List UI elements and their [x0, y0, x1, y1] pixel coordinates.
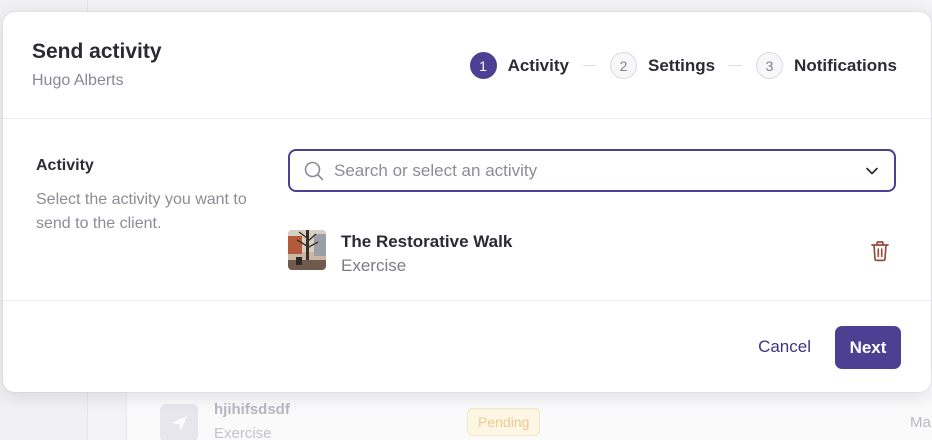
remove-activity-button[interactable] — [866, 237, 894, 265]
status-badge: Pending — [467, 408, 541, 436]
background-row-title: hjihifsdsdf — [214, 401, 290, 418]
step-label: Settings — [647, 55, 716, 75]
step-number: 3 — [756, 52, 784, 79]
activity-thumbnail — [288, 230, 326, 270]
step-separator — [582, 65, 596, 66]
step-activity[interactable]: 1 Activity — [469, 52, 569, 79]
send-activity-modal: Send activity Hugo Alberts 1 Activity 2 … — [3, 12, 931, 392]
chevron-down-icon[interactable] — [864, 163, 880, 179]
background-row-subtitle: Exercise — [214, 425, 272, 440]
step-label: Activity — [507, 55, 569, 75]
modal-footer: Cancel Next — [3, 302, 931, 392]
step-notifications[interactable]: 3 Notifications — [756, 52, 897, 79]
stepper: 1 Activity 2 Settings 3 Notifications — [469, 52, 897, 79]
step-label: Notifications — [794, 55, 897, 75]
background-row-thumbnail — [160, 404, 198, 440]
step-number: 2 — [609, 52, 637, 79]
search-icon — [304, 161, 324, 181]
step-settings[interactable]: 2 Settings — [609, 52, 716, 79]
cancel-button[interactable]: Cancel — [752, 326, 817, 368]
step-separator — [729, 65, 743, 66]
activity-search-input[interactable] — [334, 160, 864, 181]
activity-section-help: Select the activity you want to send to … — [36, 191, 247, 232]
modal-subtitle: Hugo Alberts — [32, 72, 124, 89]
activity-name: The Restorative Walk — [341, 232, 513, 251]
activity-type: Exercise — [341, 256, 407, 275]
modal-body: Activity Select the activity you want to… — [3, 119, 931, 301]
next-button[interactable]: Next — [835, 326, 901, 369]
trash-icon — [871, 241, 889, 262]
modal-header: Send activity Hugo Alberts 1 Activity 2 … — [3, 12, 931, 119]
modal-title: Send activity — [32, 40, 162, 63]
step-number: 1 — [469, 52, 497, 79]
background-row-date: Ma — [910, 414, 931, 431]
activity-section-label: Activity — [36, 157, 94, 174]
send-icon — [171, 416, 187, 431]
selected-activity-item: The Restorative Walk Exercise — [288, 227, 896, 277]
activity-search-select[interactable] — [288, 149, 896, 192]
